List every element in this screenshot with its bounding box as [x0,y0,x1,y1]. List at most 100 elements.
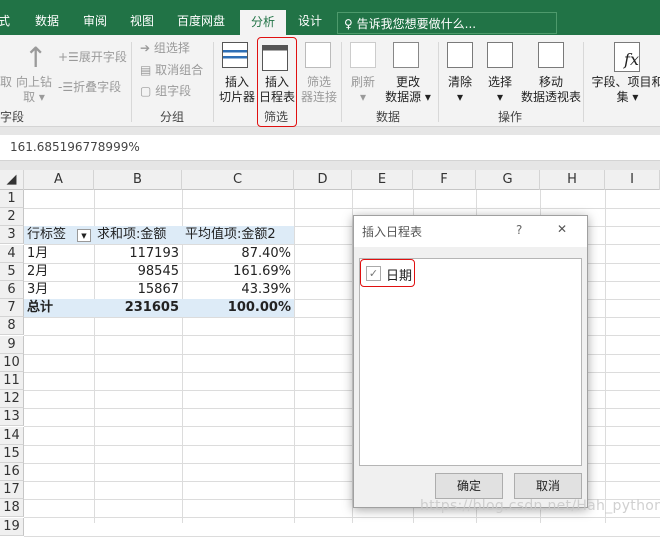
row-header[interactable]: 5 [0,262,24,281]
grid-line [24,535,660,537]
select-icon [487,42,513,68]
up-arrow-icon: ↑ [24,41,48,74]
row-header[interactable]: 18 [0,499,24,518]
ungroup-icon: ▤ [140,63,156,77]
col-header-e[interactable]: E [352,170,413,190]
tab-review[interactable]: 审阅 [83,12,107,29]
highlight-timeline [257,37,297,127]
refresh-icon [350,42,376,68]
collapse-field-button[interactable]: -☰折叠字段 [58,80,121,95]
grid-line [605,190,606,523]
drill-up-button[interactable]: 向上钻取 ▾ [14,75,54,105]
row-header[interactable]: 11 [0,372,24,390]
slicer-icon [222,42,248,68]
pivot-avg-header[interactable]: 平均值项:金额2 [182,226,279,244]
col-header-b[interactable]: B [94,170,182,190]
pivot-avg-value[interactable]: 43.39% [182,281,294,299]
col-header-f[interactable]: F [413,170,476,190]
close-icon[interactable]: ✕ [557,222,567,236]
group-label-group: 分组 [160,110,185,124]
ribbon-tab-bar: 式 数据 审阅 视图 百度网盘 分析 设计 ♀ 告诉我您想要做什么... [0,0,660,35]
row-header[interactable]: 2 [0,208,24,227]
row-header[interactable]: 7 [0,299,24,318]
row-header[interactable]: 3 [0,226,24,245]
formula-bar[interactable]: 161.685196778999% [0,135,660,161]
ungroup-button[interactable]: ▤ 取消组合 [140,63,203,78]
filter-connections-button[interactable]: 筛选 器连接 [299,75,339,105]
insert-slicer-button[interactable]: 插入 切片器 [217,75,257,105]
tab-view[interactable]: 视图 [130,12,154,29]
tab-baidu[interactable]: 百度网盘 [177,12,225,29]
group-selection-button[interactable]: ➔ 组选择 [140,41,190,56]
highlight-date [360,259,415,287]
pivot-sum-value[interactable]: 117193 [94,245,182,263]
col-header-a[interactable]: A [24,170,94,190]
col-header-d[interactable]: D [294,170,352,190]
dialog-title-bar: 插入日程表 ? ✕ [354,216,587,247]
refresh-button[interactable]: 刷新 ▾ [345,75,381,105]
row-header[interactable]: 9 [0,335,24,354]
pivot-row-label[interactable]: 1月 [24,245,51,263]
row-header[interactable]: 16 [0,463,24,481]
col-header-i[interactable]: I [605,170,660,190]
row-header[interactable]: 8 [0,317,24,336]
row-header[interactable]: 19 [0,517,24,536]
dialog-title: 插入日程表 [362,225,423,239]
lightbulb-icon: ♀ [344,17,353,31]
select-button[interactable]: 选择 ▾ [482,75,518,105]
row-header[interactable]: 6 [0,281,24,299]
divider [341,42,342,122]
pivot-row-label[interactable]: 3月 [24,281,51,299]
spacer [0,161,660,170]
collapse-icon: -☰ [58,80,74,94]
col-header-c[interactable]: C [182,170,294,190]
row-header[interactable]: 14 [0,426,24,445]
row-header[interactable]: 10 [0,353,24,372]
col-header-g[interactable]: G [476,170,540,190]
group-label-active-field: 字段 [0,110,25,124]
pivot-total-sum[interactable]: 231605 [94,299,182,317]
row-header[interactable]: 13 [0,408,24,427]
fields-items-sets-button[interactable]: 字段、项目和集 ▾ [590,75,660,105]
tell-me-search[interactable]: ♀ 告诉我您想要做什么... [337,12,557,34]
expand-field-button[interactable]: +☰展开字段 [58,50,127,65]
pivot-sum-value[interactable]: 98545 [94,263,182,281]
filter-dropdown-icon[interactable]: ▼ [77,229,91,242]
ok-button[interactable]: 确定 [435,473,503,499]
move-pivot-icon [538,42,564,68]
tab-design[interactable]: 设计 [298,12,322,29]
arrow-right-icon: ➔ [140,41,154,55]
row-header[interactable]: 4 [0,244,24,263]
tab-analyze[interactable]: 分析 [240,10,287,35]
pivot-sum-header[interactable]: 求和项:金额 [94,226,169,244]
row-header[interactable]: 1 [0,190,24,208]
insert-timeline-dialog: 插入日程表 ? ✕ ✓ 日期 确定 取消 [353,215,588,508]
spacer [0,127,660,135]
change-data-source-button[interactable]: 更改 数据源 ▾ [383,75,433,105]
grid-line [24,517,660,519]
move-pivot-button[interactable]: 移动 数据透视表 [518,75,584,105]
row-header[interactable]: 12 [0,390,24,409]
fx-icon: fx [614,42,640,72]
row-header[interactable]: 17 [0,481,24,500]
group-field-button[interactable]: ▢ 组字段 [140,84,191,99]
col-header-h[interactable]: H [540,170,605,190]
divider [131,42,132,122]
help-button[interactable]: ? [516,223,522,237]
row-header[interactable]: 15 [0,444,24,463]
divider [438,42,439,122]
pivot-total-label[interactable]: 总计 [24,299,56,317]
field-list: ✓ 日期 [359,258,582,466]
cancel-button[interactable]: 取消 [514,473,582,499]
pivot-avg-value[interactable]: 161.69% [182,263,294,281]
tab-format[interactable]: 式 [0,12,10,29]
clear-button[interactable]: 清除 ▾ [442,75,478,105]
pivot-row-label[interactable]: 2月 [24,263,51,281]
pivot-total-avg[interactable]: 100.00% [182,299,294,317]
tab-data[interactable]: 数据 [35,12,59,29]
select-all-corner[interactable]: ◢ [0,170,24,190]
drill-down-label: 取 [0,75,13,89]
pivot-avg-value[interactable]: 87.40% [182,245,294,263]
pivot-sum-value[interactable]: 15867 [94,281,182,299]
filter-connections-icon [305,42,331,68]
